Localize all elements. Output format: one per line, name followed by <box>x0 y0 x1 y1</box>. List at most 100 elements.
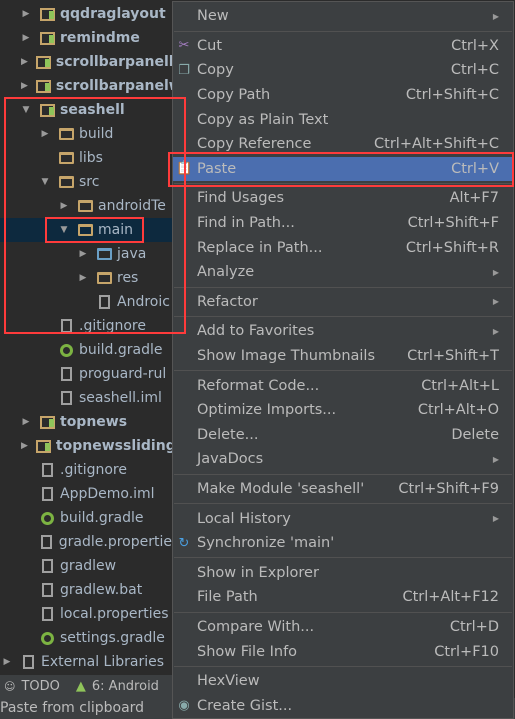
tree-item[interactable]: ▼ seashell <box>0 98 172 122</box>
expand-arrow-icon[interactable]: ▶ <box>78 273 88 283</box>
menu-item-label: Find Usages <box>197 190 285 207</box>
menu-item-javadocs[interactable]: JavaDocs ▶ <box>173 447 513 472</box>
tree-item-label: gradle.propertie <box>58 534 172 550</box>
expand-arrow-icon[interactable]: ▶ <box>21 81 28 91</box>
menu-item-label: Analyze <box>197 264 255 281</box>
tree-item[interactable]: build.gradle <box>0 506 172 530</box>
folder-icon <box>77 223 93 237</box>
shortcut-label: Ctrl+Alt+O <box>417 402 499 419</box>
expand-arrow-icon[interactable]: ▶ <box>21 57 28 67</box>
tree-item[interactable]: seashell.iml <box>0 386 172 410</box>
menu-item-analyze[interactable]: Analyze ▶ <box>173 260 513 285</box>
tree-item[interactable]: build.gradle <box>0 338 172 362</box>
tree-item[interactable]: settings.gradle <box>0 626 172 650</box>
menu-item-paste[interactable]: 📋 Paste Ctrl+V <box>173 156 513 182</box>
menu-item-synchronize-main[interactable]: ↻ Synchronize 'main' <box>173 531 513 556</box>
library-module-icon <box>35 439 51 453</box>
menu-item-compare-with[interactable]: Compare With... Ctrl+D <box>173 615 513 640</box>
expand-arrow-icon[interactable]: ▼ <box>21 105 31 115</box>
menu-item-label: Find in Path... <box>197 215 295 232</box>
tree-item[interactable]: ▼ src <box>0 170 172 194</box>
menu-item-file-path[interactable]: File Path Ctrl+Alt+F12 <box>173 585 513 610</box>
menu-item-optimize-imports[interactable]: Optimize Imports... Ctrl+Alt+O <box>173 398 513 423</box>
tree-item[interactable]: ▼ main <box>0 218 172 242</box>
menu-item-show-file-info[interactable]: Show File Info Ctrl+F10 <box>173 639 513 664</box>
expand-arrow-icon[interactable]: ▼ <box>40 177 50 187</box>
android-tab[interactable]: 6: Android <box>92 679 159 694</box>
expand-arrow-icon[interactable]: ▶ <box>2 657 12 667</box>
menu-item-label: Add to Favorites <box>197 323 315 340</box>
shortcut-label: Ctrl+V <box>451 160 499 177</box>
menu-item-reformat-code[interactable]: Reformat Code... Ctrl+Alt+L <box>173 373 513 398</box>
expand-arrow-icon[interactable]: ▶ <box>21 441 28 451</box>
menu-item-label: Copy Reference <box>197 136 312 153</box>
menu-item-local-history[interactable]: Local History ▶ <box>173 506 513 531</box>
menu-item-replace-in-path[interactable]: Replace in Path... Ctrl+Shift+R <box>173 235 513 260</box>
menu-item-show-in-explorer[interactable]: Show in Explorer <box>173 560 513 585</box>
tree-item-label: seashell <box>60 102 125 118</box>
menu-item-find-in-path[interactable]: Find in Path... Ctrl+Shift+F <box>173 211 513 236</box>
menu-item-copy-as-plain-text[interactable]: Copy as Plain Text <box>173 107 513 132</box>
expand-arrow-icon[interactable]: ▶ <box>21 33 31 43</box>
menu-item-label: Make Module 'seashell' <box>197 480 365 497</box>
tree-item[interactable]: ▶ topnews <box>0 410 172 434</box>
tree-item[interactable]: gradlew.bat <box>0 578 172 602</box>
menu-item-label: Copy as Plain Text <box>197 111 329 128</box>
menu-item-hexview[interactable]: HexView <box>173 669 513 694</box>
expand-arrow-icon[interactable]: ▼ <box>59 225 69 235</box>
menu-item-find-usages[interactable]: Find Usages Alt+F7 <box>173 186 513 211</box>
menu-item-create-gist[interactable]: ◉ Create Gist... <box>173 693 513 718</box>
expand-arrow-icon[interactable]: ▶ <box>40 129 50 139</box>
tree-item[interactable]: ▶ topnewssliding <box>0 434 172 458</box>
menu-item-label: Synchronize 'main' <box>197 535 335 552</box>
tree-item[interactable]: .gitignore <box>0 314 172 338</box>
shortcut-label: Ctrl+Alt+Shift+C <box>374 136 499 153</box>
shortcut-label: Ctrl+Shift+T <box>407 348 499 365</box>
tree-item[interactable]: gradlew <box>0 554 172 578</box>
tree-item[interactable]: ▶ remindme <box>0 26 172 50</box>
tree-item[interactable]: gradle.propertie <box>0 530 172 554</box>
tree-item[interactable]: Androic <box>0 290 172 314</box>
submenu-arrow-icon: ▶ <box>492 454 499 464</box>
tree-item[interactable]: libs <box>0 146 172 170</box>
tree-item-label: settings.gradle <box>60 630 165 646</box>
menu-item-make-module-seashell[interactable]: Make Module 'seashell' Ctrl+Shift+F9 <box>173 477 513 502</box>
tree-item[interactable]: ▶ qqdraglayout <box>0 2 172 26</box>
tree-item[interactable]: AppDemo.iml <box>0 482 172 506</box>
github-icon: ◉ <box>178 698 190 714</box>
menu-item-add-to-favorites[interactable]: Add to Favorites ▶ <box>173 319 513 344</box>
expand-arrow-icon[interactable]: ▶ <box>78 249 88 259</box>
menu-item-cut[interactable]: ✂ Cut Ctrl+X <box>173 34 513 59</box>
tree-item[interactable]: ▶ androidTe <box>0 194 172 218</box>
tree-item[interactable]: .gitignore <box>0 458 172 482</box>
submenu-arrow-icon: ▶ <box>492 11 499 21</box>
expand-arrow-icon[interactable]: ▶ <box>21 9 31 19</box>
tree-item[interactable]: ▶ scrollbarpanelw <box>0 74 172 98</box>
folder-icon <box>58 127 74 141</box>
menu-item-label: Create Gist... <box>197 697 293 714</box>
properties-icon <box>39 535 54 549</box>
tree-item[interactable]: local.properties <box>0 602 172 626</box>
menu-item-new[interactable]: New ▶ <box>173 4 513 29</box>
menu-item-copy[interactable]: ❐ Copy Ctrl+C <box>173 58 513 83</box>
menu-item-copy-reference[interactable]: Copy Reference Ctrl+Alt+Shift+C <box>173 132 513 157</box>
shortcut-label: Ctrl+Shift+C <box>405 87 499 104</box>
todo-tab[interactable]: TODO <box>21 679 59 694</box>
menu-item-delete[interactable]: Delete... Delete <box>173 423 513 448</box>
menu-item-copy-path[interactable]: Copy Path Ctrl+Shift+C <box>173 83 513 108</box>
tree-item[interactable]: ▶ res <box>0 266 172 290</box>
tree-item[interactable]: ▶ scrollbarpanelli <box>0 50 172 74</box>
tree-item[interactable]: ▶ java <box>0 242 172 266</box>
tree-item[interactable]: ▶ External Libraries <box>0 650 172 674</box>
context-menu[interactable]: New ▶ ✂ Cut Ctrl+X ❐ Copy Ctrl+C Copy Path Ctrl+S… <box>172 1 514 719</box>
tree-item[interactable]: ▶ build <box>0 122 172 146</box>
folder-icon <box>77 199 93 213</box>
tree-item[interactable]: proguard-rul <box>0 362 172 386</box>
expand-arrow-icon[interactable]: ▶ <box>21 417 31 427</box>
project-tree[interactable]: ▶ qqdraglayout ▶ remindme ▶ scrollbarpanelli ▶… <box>0 0 172 674</box>
expand-arrow-icon[interactable]: ▶ <box>59 201 69 211</box>
shortcut-label: Delete <box>451 426 499 443</box>
menu-item-label: Paste <box>197 160 237 177</box>
menu-item-refactor[interactable]: Refactor ▶ <box>173 290 513 315</box>
menu-item-show-image-thumbnails[interactable]: Show Image Thumbnails Ctrl+Shift+T <box>173 344 513 369</box>
